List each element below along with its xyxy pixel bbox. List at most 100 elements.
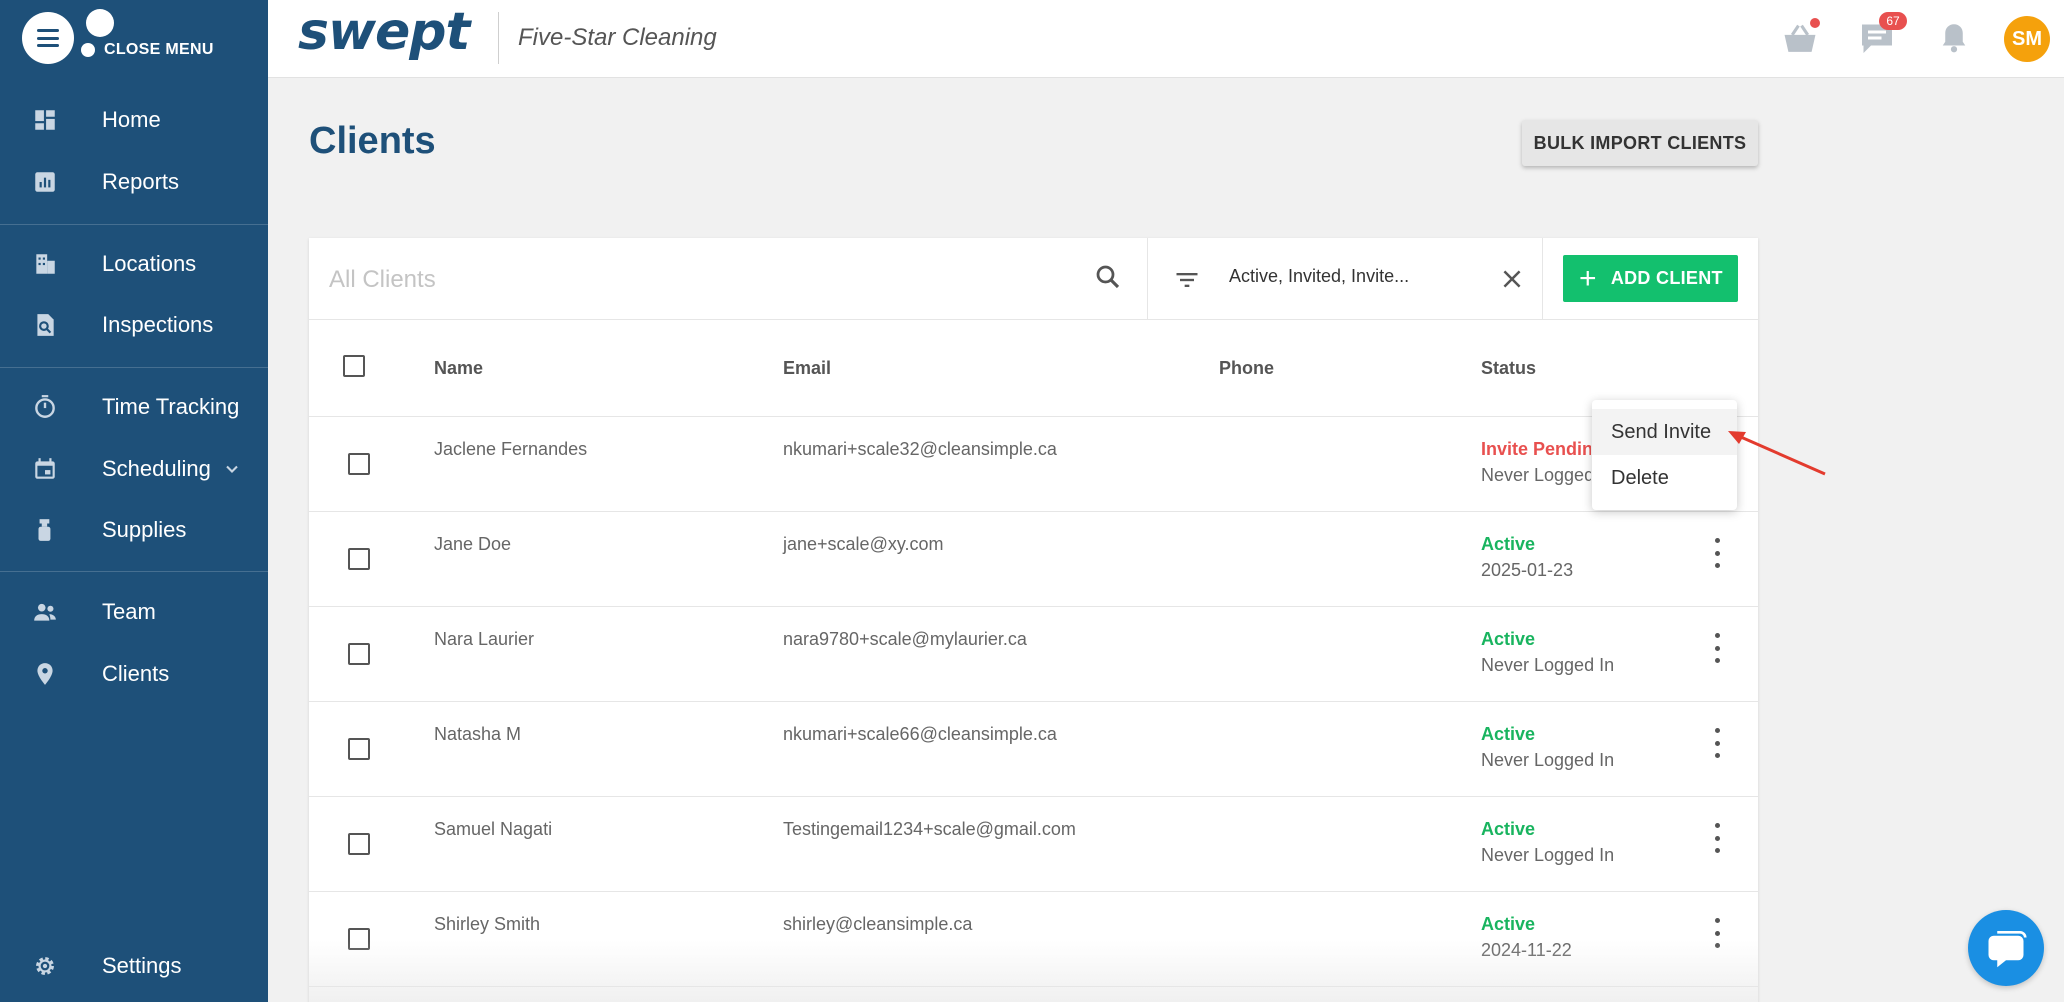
client-email: jane+scale@xy.com	[783, 534, 944, 554]
status-badge: Active	[1481, 534, 1536, 554]
row-actions-kebab-icon[interactable]	[1707, 728, 1727, 758]
page-title: Clients	[309, 120, 436, 162]
row-actions-kebab-icon[interactable]	[1707, 633, 1727, 663]
add-client-label: ADD CLIENT	[1610, 268, 1723, 288]
sidebar-item-scheduling[interactable]: Scheduling	[0, 441, 268, 497]
column-header-name[interactable]: Name	[434, 358, 483, 379]
search-input[interactable]	[329, 260, 1089, 300]
sidebar-item-reports[interactable]: Reports	[0, 154, 268, 210]
nav-divider	[0, 571, 268, 572]
bulk-import-clients-button[interactable]: BULK IMPORT CLIENTS	[1522, 120, 1758, 166]
row-checkbox[interactable]	[348, 453, 370, 475]
client-email: nkumari+scale32@cleansimple.ca	[783, 439, 1057, 459]
chevron-down-icon[interactable]	[222, 459, 242, 479]
locations-icon	[30, 249, 60, 279]
column-header-phone[interactable]: Phone	[1219, 358, 1274, 379]
row-checkbox[interactable]	[348, 548, 370, 570]
sidebar-item-label: Time Tracking	[102, 394, 240, 419]
client-email: Testingemail1234+scale@gmail.com	[783, 819, 1076, 839]
last-login: Never Logged In	[1481, 655, 1615, 675]
sidebar-item-label: Team	[102, 599, 156, 624]
sidebar-item-settings[interactable]: Settings	[0, 938, 268, 994]
client-name: Shirley Smith	[434, 914, 541, 934]
table-row[interactable]: Samuel Nagati Testingemail1234+scale@gma…	[309, 797, 1758, 892]
close-menu-label[interactable]: CLOSE MENU	[104, 41, 214, 59]
sidebar-item-team[interactable]: Team	[0, 584, 268, 640]
row-checkbox[interactable]	[348, 738, 370, 760]
add-client-button[interactable]: + ADD CLIENT	[1563, 255, 1738, 302]
send-invite-menu-item[interactable]: Send Invite	[1592, 409, 1737, 455]
bell-icon	[1942, 24, 1966, 53]
status-badge: Active	[1481, 819, 1536, 839]
table-row[interactable]: Jaclene Fernandes nkumari+scale32@cleans…	[309, 417, 1758, 512]
nav-divider	[0, 367, 268, 368]
sidebar-item-label: Inspections	[102, 312, 214, 337]
sidebar-item-label: Home	[102, 107, 161, 132]
sidebar-item-label: Locations	[102, 251, 197, 276]
row-checkbox[interactable]	[348, 643, 370, 665]
column-header-status[interactable]: Status	[1481, 358, 1536, 379]
inspections-icon	[30, 310, 60, 340]
last-login: Never Logged In	[1481, 465, 1591, 485]
supplies-icon	[30, 515, 60, 545]
status-badge: Active	[1481, 724, 1536, 744]
client-name: Jaclene Fernandes	[434, 439, 588, 459]
table-row[interactable]: Shirley Smith shirley@cleansimple.ca Act…	[309, 892, 1758, 987]
home-icon	[30, 105, 60, 135]
client-email: shirley@cleansimple.ca	[783, 914, 973, 934]
sidebar-item-clients[interactable]: Clients	[0, 646, 268, 702]
clients-card: Active, Invited, Invite... + ADD CLIENT …	[309, 238, 1758, 1002]
calendar-icon	[30, 454, 60, 484]
messages-button[interactable]: 67	[1857, 12, 1907, 58]
row-checkbox[interactable]	[348, 833, 370, 855]
toolbar-divider	[1147, 238, 1148, 320]
close-icon[interactable]	[1499, 266, 1525, 292]
sidebar-item-label: Scheduling	[102, 456, 211, 481]
chat-bubble-icon	[1988, 930, 2027, 968]
sidebar-item-label: Clients	[102, 661, 170, 686]
notifications-button[interactable]	[1934, 18, 1974, 58]
swept-logo[interactable]: swept	[298, 2, 470, 62]
timer-icon	[30, 392, 60, 422]
column-header-email[interactable]: Email	[783, 358, 831, 379]
status-filter-value[interactable]: Active, Invited, Invite...	[1229, 266, 1409, 287]
support-chat-button[interactable]	[1968, 910, 2044, 986]
menu-toggle-button[interactable]	[22, 12, 74, 64]
basket-button[interactable]	[1780, 18, 1820, 58]
user-avatar[interactable]: SM	[2004, 16, 2050, 62]
clients-toolbar: Active, Invited, Invite... + ADD CLIENT	[309, 238, 1758, 320]
sidebar-item-supplies[interactable]: Supplies	[0, 502, 268, 558]
notification-dot	[1810, 18, 1820, 28]
client-name: Jane Doe	[434, 534, 512, 554]
select-all-checkbox[interactable]	[343, 355, 365, 377]
messages-count-badge: 67	[1879, 12, 1907, 30]
row-actions-kebab-icon[interactable]	[1707, 918, 1727, 948]
menu-icon	[37, 29, 59, 47]
sidebar-item-home[interactable]: Home	[0, 92, 268, 148]
client-name: Natasha M	[434, 724, 522, 744]
row-actions-menu: Send Invite Delete	[1592, 400, 1737, 510]
decor-dot	[86, 9, 114, 37]
last-login: 2025-01-23	[1481, 560, 1574, 580]
sidebar-item-time-tracking[interactable]: Time Tracking	[0, 379, 268, 435]
toolbar-divider	[1542, 238, 1543, 320]
filter-icon[interactable]	[1173, 266, 1201, 294]
status-badge: Active	[1481, 914, 1536, 934]
status-badge: Active	[1481, 629, 1536, 649]
table-row[interactable]: Nara Laurier nara9780+scale@mylaurier.ca…	[309, 607, 1758, 702]
decor-dot	[81, 43, 95, 57]
table-row[interactable]: Jane Doe jane+scale@xy.com Active 2025-0…	[309, 512, 1758, 607]
logo-divider	[498, 12, 499, 64]
row-checkbox[interactable]	[348, 928, 370, 950]
client-email: nkumari+scale66@cleansimple.ca	[783, 724, 1057, 744]
search-icon[interactable]	[1093, 262, 1123, 292]
row-actions-kebab-icon[interactable]	[1707, 823, 1727, 853]
delete-menu-item[interactable]: Delete	[1592, 455, 1737, 501]
pin-icon	[30, 659, 60, 689]
last-login: Never Logged In	[1481, 845, 1615, 865]
table-row[interactable]: Natasha M nkumari+scale66@cleansimple.ca…	[309, 702, 1758, 797]
sidebar-item-inspections[interactable]: Inspections	[0, 297, 268, 353]
row-actions-kebab-icon[interactable]	[1707, 538, 1727, 568]
company-name: Five-Star Cleaning	[518, 24, 717, 51]
sidebar-item-locations[interactable]: Locations	[0, 236, 268, 292]
